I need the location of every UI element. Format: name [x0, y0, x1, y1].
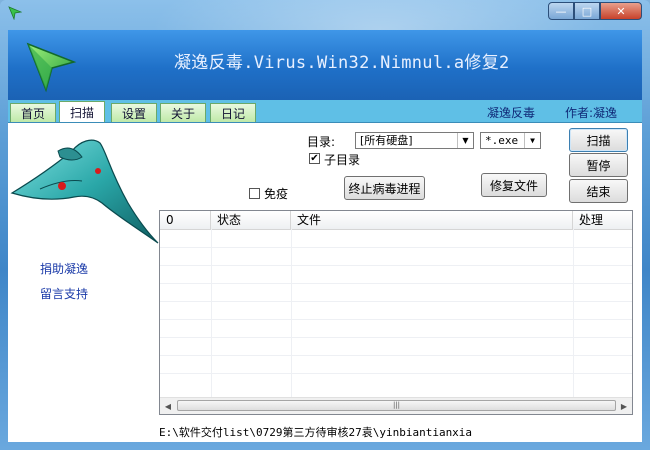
directory-select-value: [所有硬盘] — [360, 134, 413, 147]
minimize-button[interactable]: — — [548, 2, 574, 20]
extension-select-value: *.exe — [485, 134, 519, 147]
tab-home[interactable]: 首页 — [10, 103, 56, 122]
scan-results-list[interactable]: 0 状态 文件 处理 ◀ ||| ▶ — [159, 210, 633, 415]
feedback-link[interactable]: 留言支持 — [40, 285, 88, 302]
grid-line — [160, 283, 632, 284]
scroll-left-icon[interactable]: ◀ — [160, 398, 176, 414]
scan-button[interactable]: 扫描 — [569, 128, 628, 152]
maximize-button[interactable]: □ — [574, 2, 600, 20]
grid-line — [160, 355, 632, 356]
chevron-down-icon: ▼ — [457, 133, 473, 148]
tab-about[interactable]: 关于 — [160, 103, 206, 122]
donate-link[interactable]: 捐助凝逸 — [40, 260, 88, 277]
green-arrow-logo-icon — [26, 42, 77, 93]
tab-scan[interactable]: 扫描 — [59, 101, 105, 122]
extension-select[interactable]: *.exe ▼ — [480, 132, 541, 149]
kill-virus-process-button[interactable]: 终止病毒进程 — [344, 176, 425, 200]
app-title: 凝逸反毒.Virus.Win32.Nimnul.a修复2 — [174, 53, 510, 73]
app-window: — □ ✕ 凝逸反毒.Virus.Win32.Nimnul.a修复2 首页 扫描… — [0, 0, 650, 450]
subdirectory-checkbox[interactable]: ✔ — [309, 153, 320, 164]
tab-settings[interactable]: 设置 — [111, 103, 157, 122]
directory-select[interactable]: [所有硬盘] ▼ — [355, 132, 474, 149]
tab-log[interactable]: 日记 — [210, 103, 256, 122]
green-arrow-logo-icon — [8, 6, 22, 20]
grid-line — [160, 319, 632, 320]
alien-spaceship-image — [10, 139, 159, 244]
window-controls: — □ ✕ — [548, 2, 642, 20]
directory-label: 目录: — [307, 135, 336, 149]
immune-checkbox[interactable] — [249, 188, 260, 199]
tab-bar: 首页 扫描 设置 关于 日记 凝逸反毒 作者:凝逸 — [8, 100, 642, 123]
close-button[interactable]: ✕ — [600, 2, 642, 20]
column-header-action[interactable]: 处理 — [573, 211, 632, 229]
list-header: 0 状态 文件 处理 — [160, 211, 632, 230]
repair-file-button[interactable]: 修复文件 — [481, 173, 547, 197]
grid-line — [160, 301, 632, 302]
subdirectory-label: 子目录 — [324, 153, 361, 167]
grid-line — [160, 265, 632, 266]
pause-button[interactable]: 暂停 — [569, 153, 628, 177]
column-header-index[interactable]: 0 — [160, 211, 211, 229]
grid-line — [160, 373, 632, 374]
app-header: 凝逸反毒.Virus.Win32.Nimnul.a修复2 — [8, 30, 642, 100]
scrollbar-thumb[interactable]: ||| — [177, 400, 616, 411]
brand-label: 凝逸反毒 — [487, 106, 536, 120]
immune-label: 免疫 — [264, 187, 289, 201]
scan-panel: 捐助凝逸 留言支持 目录: [所有硬盘] ▼ *.exe ▼ ✔ 子目录 免疫 … — [8, 123, 642, 442]
grid-line — [160, 337, 632, 338]
end-button[interactable]: 结束 — [569, 179, 628, 203]
grid-line — [160, 247, 632, 248]
scroll-right-icon[interactable]: ▶ — [616, 398, 632, 414]
chevron-down-icon: ▼ — [524, 133, 540, 148]
author-label: 作者:凝逸 — [565, 106, 618, 120]
column-header-status[interactable]: 状态 — [211, 211, 291, 229]
horizontal-scrollbar[interactable]: ◀ ||| ▶ — [160, 397, 632, 414]
status-path: E:\软件交付list\0729第三方待审核27袁\yinbiantianxia — [159, 426, 473, 439]
column-header-file[interactable]: 文件 — [291, 211, 573, 229]
